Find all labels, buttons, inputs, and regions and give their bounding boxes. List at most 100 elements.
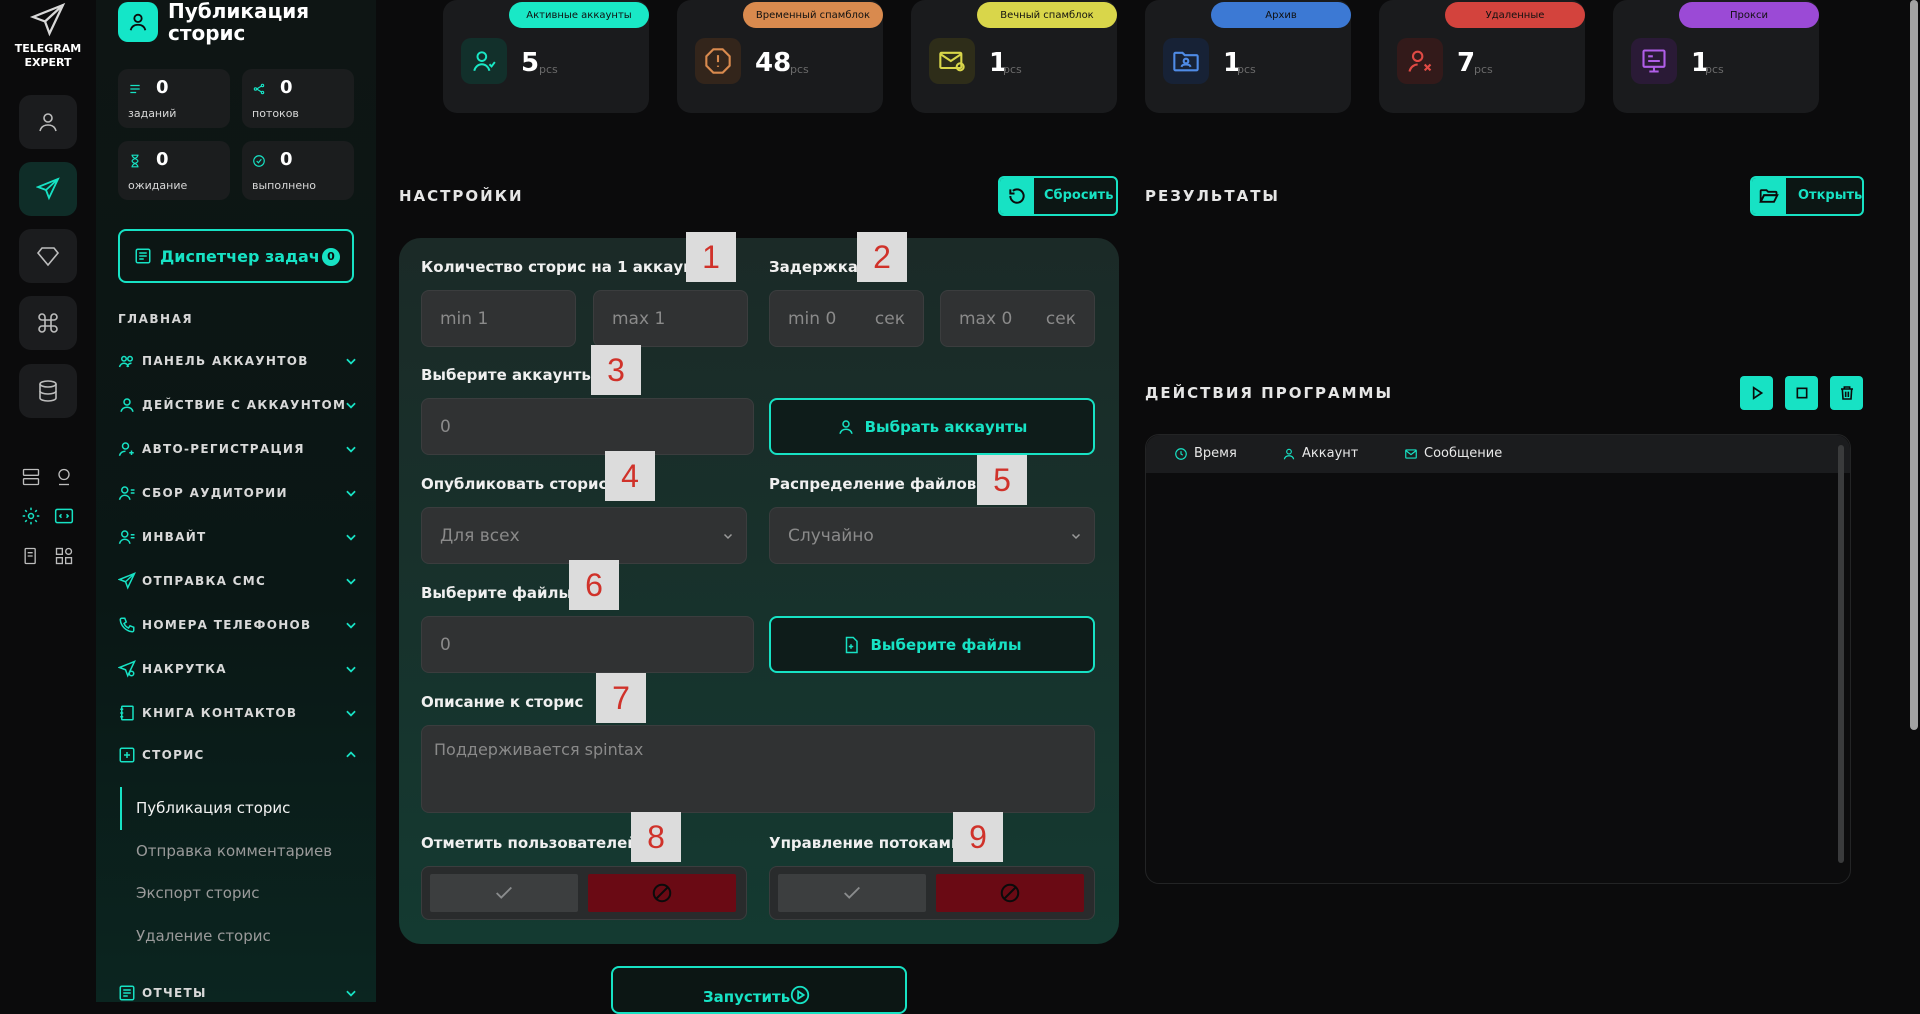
- mail-block-icon: [929, 38, 975, 84]
- card-permanent-spamblock[interactable]: Вечный спамблок 1 pcs: [911, 0, 1117, 113]
- toggle-off-button[interactable]: [936, 874, 1084, 912]
- nav-item-invite[interactable]: ИНВАЙТ: [118, 526, 358, 548]
- log-stop-button[interactable]: [1785, 376, 1818, 410]
- input-text: 0: [440, 635, 451, 655]
- file-distribution-select[interactable]: Случайно: [769, 507, 1095, 564]
- accounts-count-input[interactable]: 0: [421, 398, 754, 455]
- count-max-input[interactable]: max 1: [593, 290, 748, 347]
- subnav-send-comments[interactable]: Отправка комментариев: [136, 842, 332, 860]
- subnav-delete-stories[interactable]: Удаление сторис: [136, 927, 271, 945]
- delay-min-input[interactable]: min 0 сек: [769, 290, 924, 347]
- toggle-on-button[interactable]: [430, 874, 578, 912]
- rail-command-button[interactable]: [19, 296, 77, 350]
- icon-rail: TELEGRAM EXPERT: [0, 0, 96, 1002]
- card-pill: Прокси: [1679, 2, 1819, 28]
- results-title: РЕЗУЛЬТАТЫ: [1145, 187, 1280, 205]
- card-pill: Удаленные: [1445, 2, 1585, 28]
- nav-item-contacts-book[interactable]: КНИГА КОНТАКТОВ: [118, 702, 358, 724]
- page-scrollbar[interactable]: [1910, 0, 1918, 730]
- count-min-input[interactable]: min 1: [421, 290, 576, 347]
- chevron-down-icon: [1071, 533, 1081, 540]
- log-clear-button[interactable]: [1830, 376, 1863, 410]
- open-label: Открыть: [1798, 188, 1863, 203]
- nav-item-accounts-panel[interactable]: ПАНЕЛЬ АККАУНТОВ: [118, 350, 358, 372]
- input-text: max 1: [612, 309, 666, 329]
- select-files-button[interactable]: Выберите файлы: [769, 616, 1095, 673]
- chevron-down-icon: [346, 710, 356, 717]
- input-text: min 0: [788, 309, 837, 329]
- card-unit: pcs: [1705, 63, 1724, 76]
- card-proxy[interactable]: Прокси 1 pcs: [1613, 0, 1819, 113]
- widgets-icon[interactable]: [53, 545, 75, 567]
- chevron-down-icon: [346, 490, 356, 497]
- nav-item-label: АВТО-РЕГИСТРАЦИЯ: [142, 442, 305, 456]
- actions-title: ДЕЙСТВИЯ ПРОГРАММЫ: [1145, 384, 1394, 402]
- nav-item-stories[interactable]: СТОРИС: [118, 744, 358, 766]
- stat-label: выполнено: [252, 179, 317, 192]
- stat-value: 0: [156, 77, 169, 98]
- description-label: Описание к сторис: [421, 693, 584, 711]
- card-temp-spamblock[interactable]: Временный спамблок 48 pcs: [677, 0, 883, 113]
- card-deleted[interactable]: Удаленные 7 pcs: [1379, 0, 1585, 113]
- nav-item-boost[interactable]: НАКРУТКА: [118, 658, 358, 680]
- input-unit: сек: [874, 309, 905, 329]
- subnav-export-stories[interactable]: Экспорт сторис: [136, 884, 259, 902]
- rail-premium-button[interactable]: [19, 229, 77, 283]
- dispatcher-icon: [135, 248, 151, 264]
- page-title: Публикация сторис: [168, 0, 310, 45]
- document-check-icon[interactable]: [20, 545, 42, 567]
- reset-button[interactable]: Сбросить: [998, 176, 1118, 216]
- chevron-down-icon: [346, 578, 356, 585]
- subnav-publish-stories[interactable]: Публикация сторис: [136, 799, 290, 817]
- user-icon: [39, 113, 57, 132]
- story-description-textarea[interactable]: Поддерживается spintax: [421, 725, 1095, 813]
- location-user-icon[interactable]: [53, 466, 75, 488]
- nav-item-auto-registration[interactable]: АВТО-РЕГИСТРАЦИЯ: [118, 438, 358, 460]
- card-pill: Архив: [1211, 2, 1351, 28]
- rail-telegram-button[interactable]: [19, 162, 77, 216]
- dispatcher-label: Диспетчер задач: [160, 247, 320, 266]
- distribution-label: Распределение файлов: [769, 475, 977, 493]
- nav-item-audience-collection[interactable]: СБОР АУДИТОРИИ: [118, 482, 358, 504]
- stat-tasks: 0 заданий: [118, 69, 230, 128]
- open-results-button[interactable]: Открыть: [1750, 176, 1864, 216]
- start-button[interactable]: Запустить: [611, 966, 907, 1014]
- publish-audience-select[interactable]: Для всех: [421, 507, 747, 564]
- toggle-on-button[interactable]: [778, 874, 926, 912]
- brand-name: TELEGRAM EXPERT: [14, 42, 82, 69]
- files-label: Выберите файлы: [421, 584, 573, 602]
- nav-item-account-actions[interactable]: ДЕЙСТВИЕ С АККАУНТОМ: [118, 394, 358, 416]
- nav-item-phone-numbers[interactable]: НОМЕРА ТЕЛЕФОНОВ: [118, 614, 358, 636]
- files-count-input[interactable]: 0: [421, 616, 754, 673]
- chevron-down-icon: [346, 666, 356, 673]
- settings-gear-icon[interactable]: [20, 505, 42, 527]
- actions-log-table[interactable]: Время Аккаунт Сообщение: [1145, 434, 1851, 884]
- check-icon: [496, 886, 512, 899]
- card-archive[interactable]: Архив 1 pcs: [1145, 0, 1351, 113]
- server-icon[interactable]: [20, 466, 42, 488]
- command-icon: [38, 313, 58, 333]
- card-unit: pcs: [1237, 63, 1256, 76]
- select-accounts-button[interactable]: Выбрать аккаунты: [769, 398, 1095, 455]
- database-icon: [39, 380, 57, 402]
- play-icon: [1752, 386, 1763, 400]
- log-play-button[interactable]: [1740, 376, 1773, 410]
- code-window-icon[interactable]: [53, 505, 75, 527]
- folder-user-icon: [1163, 38, 1209, 84]
- send-gear-icon: [118, 660, 136, 678]
- log-scrollbar[interactable]: [1838, 445, 1844, 863]
- reset-label: Сбросить: [1044, 188, 1114, 203]
- delay-max-input[interactable]: max 0 сек: [940, 290, 1095, 347]
- rail-accounts-button[interactable]: [19, 95, 77, 149]
- user-list-icon: [118, 486, 135, 500]
- forbidden-icon: [1000, 883, 1020, 903]
- task-dispatcher-button[interactable]: Диспетчер задач 0: [118, 229, 354, 283]
- nav-item-reports[interactable]: ОТЧЕТЫ: [118, 982, 358, 1004]
- rail-database-button[interactable]: [19, 364, 77, 418]
- card-active-accounts[interactable]: Активные аккаунты 5 pcs: [443, 0, 649, 113]
- toggle-off-button[interactable]: [588, 874, 736, 912]
- forbidden-icon: [652, 883, 672, 903]
- settings-title: НАСТРОЙКИ: [399, 187, 524, 205]
- nav-item-sms[interactable]: ОТПРАВКА СМС: [118, 570, 358, 592]
- annotation-marker: 8: [631, 812, 681, 862]
